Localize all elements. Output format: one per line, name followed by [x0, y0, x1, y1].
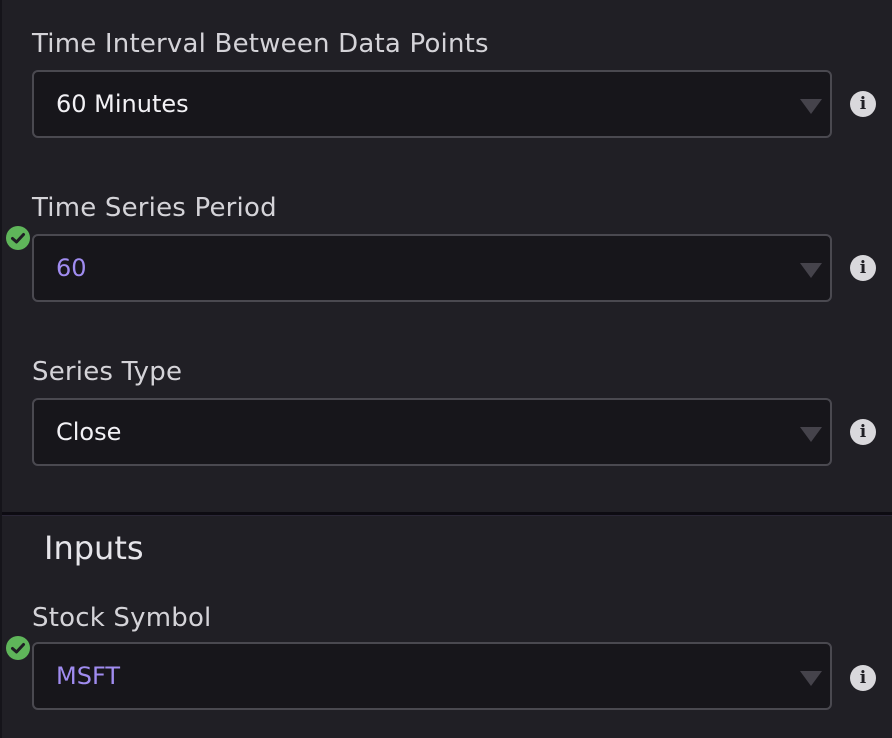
- stock-symbol-label: Stock Symbol: [32, 603, 212, 633]
- time-interval-label: Time Interval Between Data Points: [32, 29, 489, 59]
- section-title-inputs: Inputs: [44, 529, 144, 567]
- chevron-down-icon: [800, 99, 822, 114]
- info-icon[interactable]: i: [850, 255, 876, 281]
- time-series-period-label: Time Series Period: [32, 193, 277, 223]
- check-circle-icon: [6, 636, 30, 660]
- info-icon[interactable]: i: [850, 419, 876, 445]
- time-series-period-value: 60: [56, 254, 87, 282]
- time-interval-value: 60 Minutes: [56, 90, 189, 118]
- time-series-period-select[interactable]: 60: [32, 234, 832, 302]
- series-type-value: Close: [56, 418, 122, 446]
- chevron-down-icon: [800, 427, 822, 442]
- section-divider: [2, 512, 892, 516]
- check-circle-icon: [6, 226, 30, 250]
- info-icon[interactable]: i: [850, 91, 876, 117]
- parameters-panel: Time Interval Between Data Points 60 Min…: [0, 0, 892, 738]
- series-type-label: Series Type: [32, 357, 183, 387]
- chevron-down-icon: [800, 671, 822, 686]
- stock-symbol-value: MSFT: [56, 662, 120, 690]
- series-type-select[interactable]: Close: [32, 398, 832, 466]
- info-icon[interactable]: i: [850, 665, 876, 691]
- time-interval-select[interactable]: 60 Minutes: [32, 70, 832, 138]
- chevron-down-icon: [800, 263, 822, 278]
- stock-symbol-select[interactable]: MSFT: [32, 642, 832, 710]
